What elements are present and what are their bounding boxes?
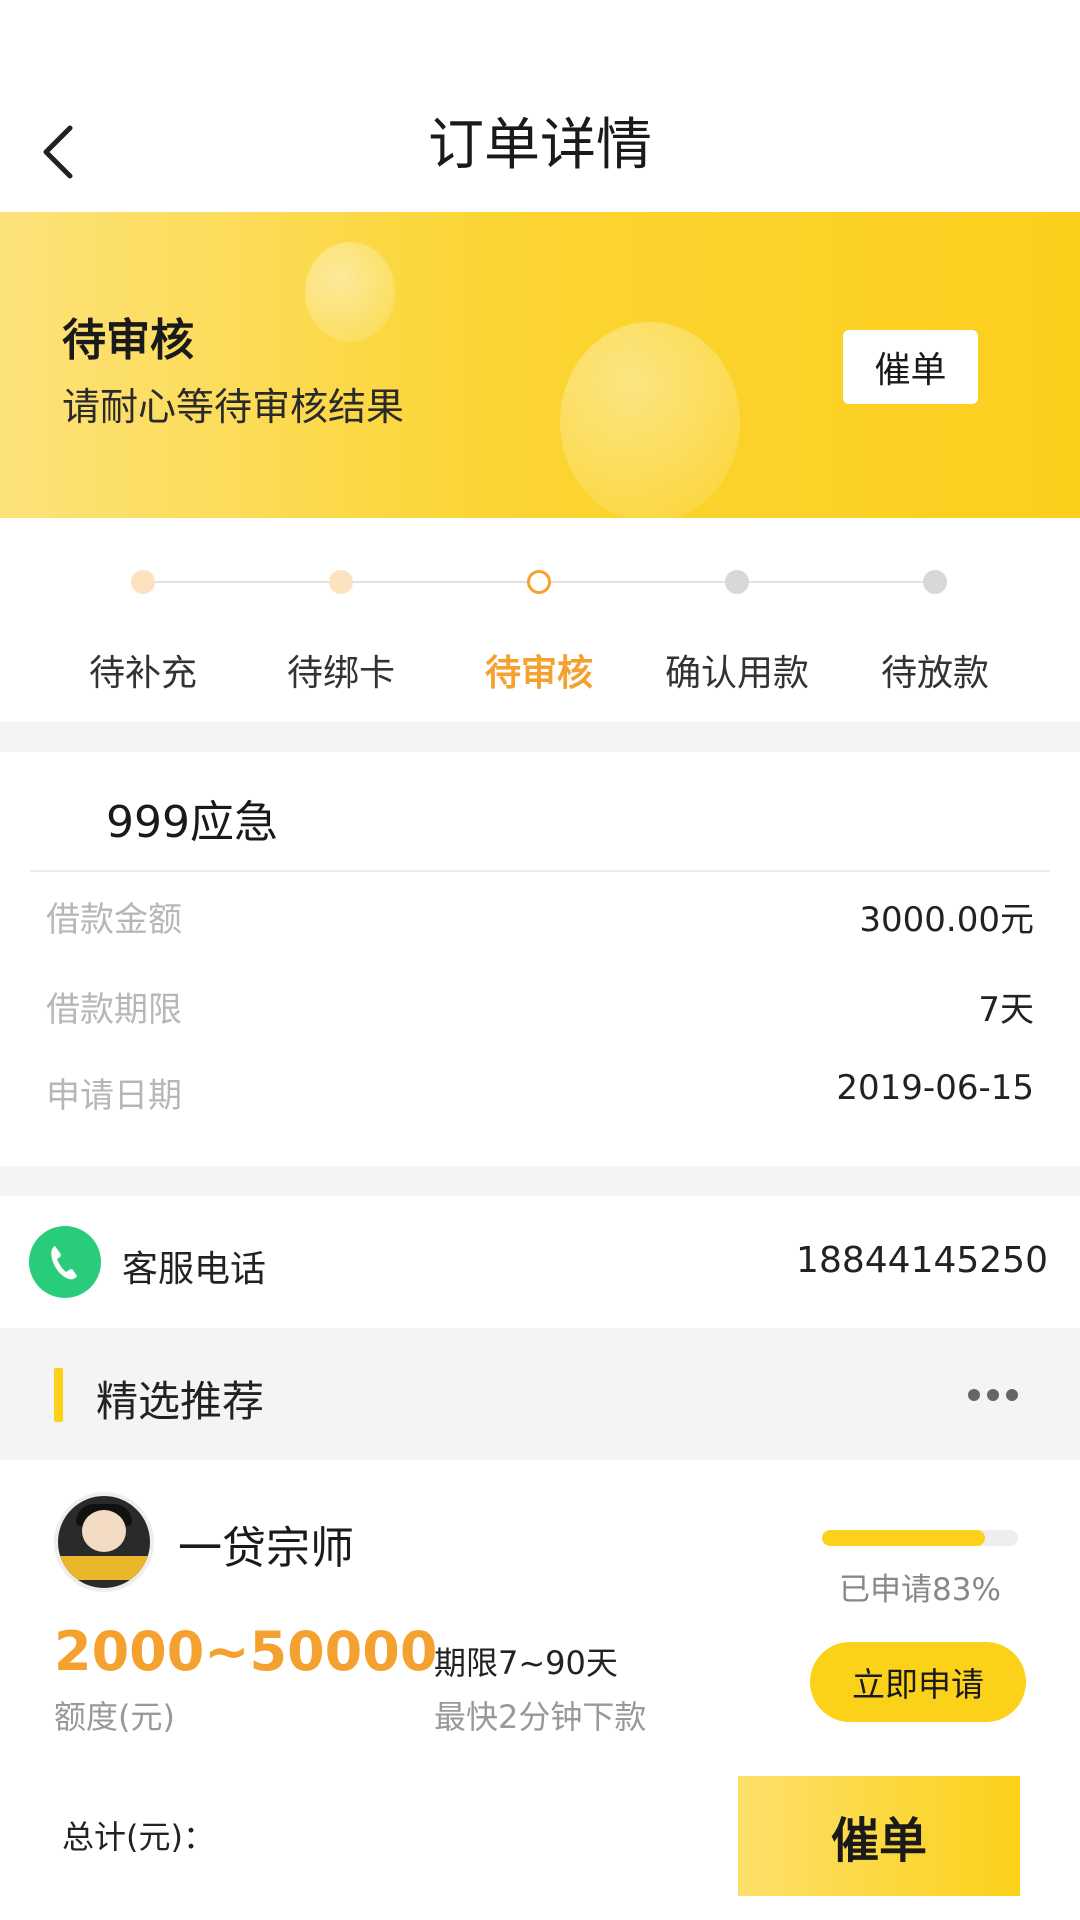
step-label: 待放款: [880, 653, 989, 694]
apply-date-label: 申请日期: [46, 1076, 182, 1116]
service-label: 客服电话: [122, 1249, 267, 1290]
loan-term-value: 7天: [978, 990, 1034, 1030]
applied-progress-bar: [822, 1530, 1018, 1546]
recommend-card[interactable]: 一贷宗师 已申请83% 2000~50000 额度(元) 期限7~90天 最快2…: [0, 1460, 1080, 1760]
bottom-bar: 总计(元)： 催单: [0, 1760, 1080, 1920]
status-banner: 待审核 请耐心等待审核结果 催单: [0, 212, 1080, 518]
recommend-product-name: 一贷宗师: [178, 1523, 354, 1574]
step-dot-3: [527, 570, 551, 594]
accent-bar: [54, 1368, 63, 1422]
status-subtitle: 请耐心等待审核结果: [62, 385, 405, 429]
total-label: 总计(元)：: [62, 1818, 215, 1856]
order-info: 999应急 借款金额 3000.00元 借款期限 7天 申请日期 2019-06…: [0, 752, 1080, 1166]
decor-bubble: [560, 322, 740, 518]
section-gap: [0, 1166, 1080, 1196]
decor-bubble: [305, 242, 395, 342]
step-dot-4: [725, 570, 749, 594]
urge-order-button[interactable]: 催单: [738, 1776, 1020, 1896]
step-label: 确认用款: [664, 653, 809, 694]
avatar: [54, 1492, 154, 1592]
status-title: 待审核: [62, 315, 194, 366]
product-name: 999应急: [106, 797, 278, 848]
progress-steps: 待补充 待绑卡 待审核 确认用款 待放款: [0, 518, 1080, 722]
page-title: 订单详情: [428, 113, 652, 178]
service-phone[interactable]: 18844145250: [796, 1240, 1048, 1281]
section-gap: [0, 722, 1080, 752]
step-dot-2: [329, 570, 353, 594]
recommend-header: 精选推荐: [0, 1328, 1080, 1460]
loan-term-label: 借款期限: [46, 990, 182, 1030]
speed-text: 最快2分钟下款: [434, 1698, 647, 1736]
amount-label: 额度(元): [54, 1698, 175, 1736]
loan-amount-label: 借款金额: [46, 900, 182, 940]
urge-button[interactable]: 催单: [843, 330, 978, 404]
step-label-current: 待审核: [484, 653, 593, 694]
customer-service-row[interactable]: 客服电话 18844145250: [0, 1196, 1080, 1328]
apply-now-button[interactable]: 立即申请: [810, 1642, 1026, 1722]
term-text: 期限7~90天: [434, 1644, 618, 1682]
loan-amount-value: 3000.00元: [859, 900, 1034, 940]
step-label: 待绑卡: [286, 653, 395, 694]
divider: [30, 870, 1050, 872]
more-dots-icon[interactable]: [968, 1386, 1030, 1402]
amount-range: 2000~50000: [54, 1620, 438, 1683]
phone-icon: [29, 1226, 101, 1298]
step-dot-5: [923, 570, 947, 594]
nav-header: 订单详情: [0, 0, 1080, 212]
apply-date-value: 2019-06-15: [836, 1068, 1034, 1108]
applied-progress-fill: [822, 1530, 985, 1546]
step-dot-1: [131, 570, 155, 594]
recommend-title: 精选推荐: [96, 1377, 265, 1426]
applied-text: 已申请83%: [839, 1572, 1001, 1608]
step-label: 待补充: [88, 653, 197, 694]
